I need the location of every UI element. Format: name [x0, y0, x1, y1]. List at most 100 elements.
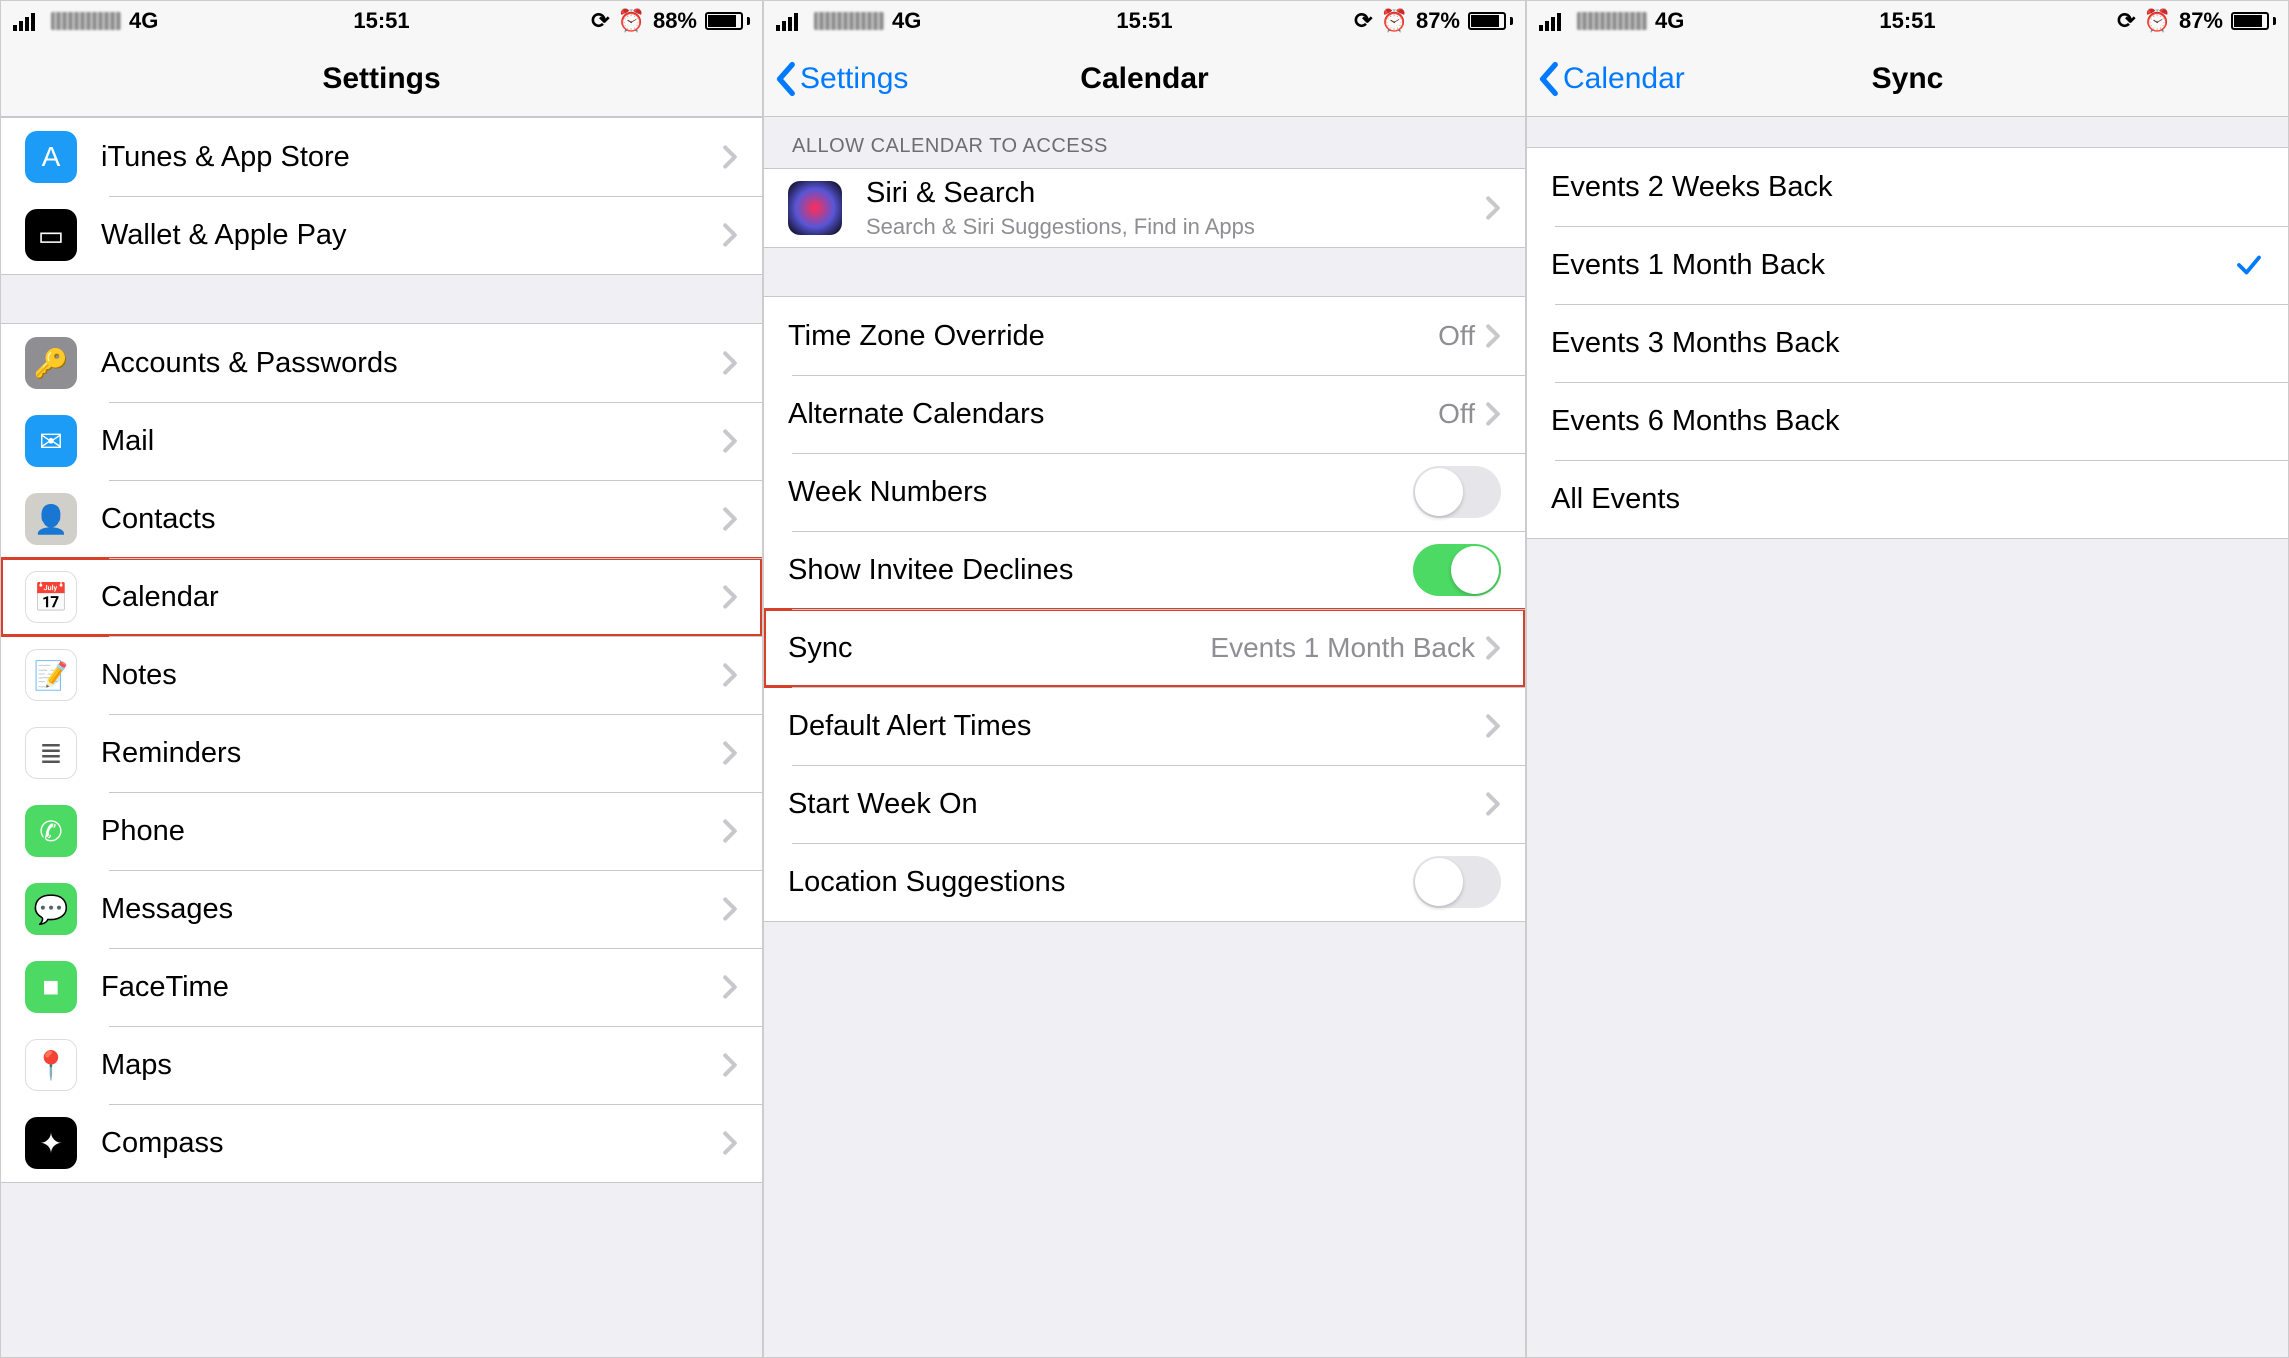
calendar-settings-list[interactable]: ALLOW CALENDAR TO ACCESS Siri & Search S… [764, 117, 1525, 1357]
status-bar: 4G 15:51 ⟳ ⏰ 87% [764, 1, 1525, 41]
row-label: Maps [101, 1049, 722, 1082]
checkmark-icon [2234, 250, 2264, 280]
chevron-right-icon [722, 222, 738, 248]
status-bar: 4G 15:51 ⟳ ⏰ 88% [1, 1, 762, 41]
siri-icon [788, 181, 842, 235]
row-label: Calendar [101, 581, 722, 614]
battery-icon [2231, 12, 2276, 30]
row-label: Mail [101, 425, 722, 458]
back-button[interactable]: Calendar [1537, 61, 1685, 97]
back-button[interactable]: Settings [774, 61, 908, 97]
row-time-zone-override[interactable]: Time Zone OverrideOff [764, 297, 1525, 375]
sync-option[interactable]: Events 6 Months Back [1527, 382, 2288, 460]
mail-icon: ✉︎ [25, 415, 77, 467]
settings-row-key[interactable]: 🔑Accounts & Passwords [1, 324, 762, 402]
row-label: Phone [101, 815, 722, 848]
alarm-icon: ⏰ [2144, 8, 2171, 34]
settings-screen: 4G 15:51 ⟳ ⏰ 88% Settings AiTunes & App … [0, 0, 763, 1358]
sync-option[interactable]: Events 2 Weeks Back [1527, 148, 2288, 226]
row-alternate-calendars[interactable]: Alternate CalendarsOff [764, 375, 1525, 453]
row-label: Sync [788, 632, 1210, 665]
toggle[interactable] [1413, 544, 1501, 596]
sync-option[interactable]: Events 3 Months Back [1527, 304, 2288, 382]
siri-search-row[interactable]: Siri & Search Search & Siri Suggestions,… [764, 169, 1525, 247]
chevron-right-icon [1485, 401, 1501, 427]
row-default-alert-times[interactable]: Default Alert Times [764, 687, 1525, 765]
chevron-right-icon [722, 974, 738, 1000]
chevron-right-icon [722, 818, 738, 844]
orientation-lock-icon: ⟳ [591, 8, 609, 34]
settings-row-facetime[interactable]: ■FaceTime [1, 948, 762, 1026]
carrier-blur [814, 12, 884, 30]
settings-row-calendar[interactable]: 📅 Calendar [1, 558, 762, 636]
chevron-right-icon [722, 896, 738, 922]
chevron-right-icon [1485, 323, 1501, 349]
row-label: Start Week On [788, 788, 1485, 821]
row-location-suggestions[interactable]: Location Suggestions [764, 843, 1525, 921]
signal-icon [776, 11, 806, 31]
orientation-lock-icon: ⟳ [1354, 8, 1372, 34]
key-icon: 🔑 [25, 337, 77, 389]
settings-row-wallet[interactable]: ▭ Wallet & Apple Pay [1, 196, 762, 274]
page-title: Calendar [1080, 62, 1208, 96]
chevron-right-icon [1485, 195, 1501, 221]
chevron-right-icon [722, 740, 738, 766]
carrier-blur [51, 12, 121, 30]
battery-percent: 87% [2179, 8, 2223, 34]
calendar-settings-screen: 4G 15:51 ⟳ ⏰ 87% Settings Calendar ALLOW… [763, 0, 1526, 1358]
orientation-lock-icon: ⟳ [2117, 8, 2135, 34]
row-label: Time Zone Override [788, 320, 1438, 353]
row-label: All Events [1551, 483, 2264, 516]
settings-row-maps[interactable]: 📍Maps [1, 1026, 762, 1104]
battery-percent: 88% [653, 8, 697, 34]
row-show-invitee-declines[interactable]: Show Invitee Declines [764, 531, 1525, 609]
compass-icon: ✦ [25, 1117, 77, 1169]
status-time: 15:51 [1116, 8, 1172, 34]
navbar: Settings [1, 41, 762, 117]
row-label: Week Numbers [788, 476, 1413, 509]
status-time: 15:51 [353, 8, 409, 34]
calendar-icon: 📅 [25, 571, 77, 623]
navbar: Settings Calendar [764, 41, 1525, 117]
signal-icon [13, 11, 43, 31]
settings-row-phone[interactable]: ✆Phone [1, 792, 762, 870]
section-header: ALLOW CALENDAR TO ACCESS [764, 117, 1525, 168]
chevron-right-icon [722, 506, 738, 532]
settings-row-messages[interactable]: 💬Messages [1, 870, 762, 948]
battery-icon [705, 12, 750, 30]
settings-row-notes[interactable]: 📝Notes [1, 636, 762, 714]
page-title: Settings [322, 62, 440, 96]
row-sublabel: Search & Siri Suggestions, Find in Apps [866, 214, 1485, 240]
row-label: Alternate Calendars [788, 398, 1438, 431]
alarm-icon: ⏰ [618, 8, 645, 34]
row-label: Show Invitee Declines [788, 554, 1413, 587]
row-label: Wallet & Apple Pay [101, 219, 722, 252]
sync-option[interactable]: All Events [1527, 460, 2288, 538]
row-sync[interactable]: SyncEvents 1 Month Back [764, 609, 1525, 687]
sync-settings-screen: 4G 15:51 ⟳ ⏰ 87% Calendar Sync Events 2 … [1526, 0, 2289, 1358]
settings-row-mail[interactable]: ✉︎ Mail [1, 402, 762, 480]
toggle[interactable] [1413, 856, 1501, 908]
settings-row-reminders[interactable]: ≣Reminders [1, 714, 762, 792]
toggle[interactable] [1413, 466, 1501, 518]
row-label: Siri & Search [866, 177, 1485, 210]
back-label: Settings [800, 62, 908, 96]
battery-percent: 87% [1416, 8, 1460, 34]
row-week-numbers[interactable]: Week Numbers [764, 453, 1525, 531]
battery-icon [1468, 12, 1513, 30]
chevron-right-icon [1485, 635, 1501, 661]
settings-row-contacts[interactable]: 👤Contacts [1, 480, 762, 558]
status-bar: 4G 15:51 ⟳ ⏰ 87% [1527, 1, 2288, 41]
chevron-right-icon [722, 1052, 738, 1078]
sync-option[interactable]: Events 1 Month Back [1527, 226, 2288, 304]
row-value: Off [1438, 320, 1475, 352]
wallet-icon: ▭ [25, 209, 77, 261]
settings-row-app-store[interactable]: AiTunes & App Store [1, 118, 762, 196]
sync-options-list[interactable]: Events 2 Weeks BackEvents 1 Month BackEv… [1527, 117, 2288, 1357]
app-store-icon: A [25, 131, 77, 183]
settings-row-compass[interactable]: ✦Compass [1, 1104, 762, 1182]
settings-list[interactable]: AiTunes & App Store ▭ Wallet & Apple Pay 🔑… [1, 117, 762, 1357]
row-start-week-on[interactable]: Start Week On [764, 765, 1525, 843]
facetime-icon: ■ [25, 961, 77, 1013]
row-label: Messages [101, 893, 722, 926]
